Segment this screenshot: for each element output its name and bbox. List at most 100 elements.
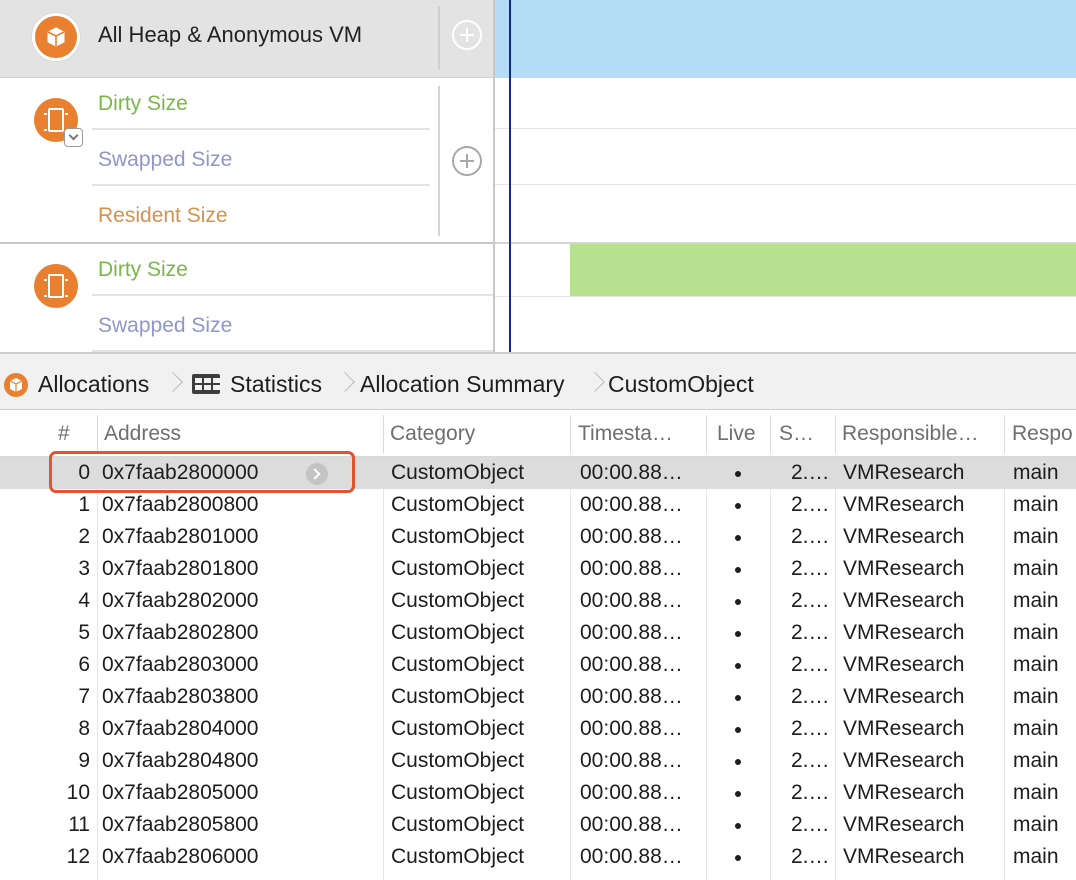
column-header-timestamp[interactable]: Timesta… (578, 422, 702, 446)
group-divider (0, 242, 493, 244)
cell-responsible-caller: main (1013, 525, 1059, 548)
vm-tracker-icon (34, 264, 78, 308)
column-header-size[interactable]: S… (779, 422, 831, 446)
cell-responsible-library: VMResearch (843, 525, 965, 548)
cell-timestamp: 00:00.88… (580, 781, 683, 804)
chevron-down-icon[interactable] (64, 128, 83, 147)
column-separator[interactable] (383, 415, 384, 453)
track-dirty-size[interactable]: Dirty Size (98, 92, 188, 116)
divider (92, 294, 493, 296)
cell-category: CustomObject (391, 845, 525, 868)
live-indicator (735, 631, 741, 637)
cell-timestamp: 00:00.88… (580, 525, 683, 548)
track-all-heap[interactable]: All Heap & Anonymous VM (0, 0, 493, 78)
cell-size: 2.… (791, 493, 830, 516)
cell-timestamp: 00:00.88… (580, 845, 683, 868)
table-row[interactable]: 12 0x7faab2806000 CustomObject 00:00.88… 2.…… (0, 841, 1076, 873)
breadcrumb-allocation-summary[interactable]: Allocation Summary (360, 371, 565, 398)
cell-category: CustomObject (391, 781, 525, 804)
cell-category: CustomObject (391, 653, 525, 676)
column-header-address[interactable]: Address (104, 422, 379, 446)
cell-address: 0x7faab2803000 (102, 653, 259, 676)
cell-timestamp: 00:00.88… (580, 557, 683, 580)
timeline-panel[interactable] (493, 0, 1076, 352)
grid-icon (192, 374, 220, 394)
add-track-button[interactable] (452, 20, 482, 50)
table-row[interactable]: 11 0x7faab2805800 CustomObject 00:00.88… 2.…… (0, 809, 1076, 841)
cell-responsible-caller: main (1013, 781, 1059, 804)
selection-highlight (49, 451, 355, 493)
cell-size: 2.… (791, 749, 830, 772)
column-separator[interactable] (835, 415, 836, 453)
cell-responsible-caller: main (1013, 653, 1059, 676)
table-row[interactable]: 5 0x7faab2802800 CustomObject 00:00.88… 2.… V… (0, 617, 1076, 649)
track-swapped-size[interactable]: Swapped Size (98, 314, 232, 338)
table-row[interactable]: 6 0x7faab2803000 CustomObject 00:00.88… 2.… V… (0, 649, 1076, 681)
cell-timestamp: 00:00.88… (580, 717, 683, 740)
track-swapped-size[interactable]: Swapped Size (98, 148, 232, 172)
cell-responsible-caller: main (1013, 493, 1059, 516)
cell-address: 0x7faab2806000 (102, 845, 259, 868)
column-header-responsible-library[interactable]: Responsible… (842, 422, 1000, 446)
table-row[interactable]: 7 0x7faab2803800 CustomObject 00:00.88… 2.… V… (0, 681, 1076, 713)
cell-size: 2.… (791, 621, 830, 644)
cell-address: 0x7faab2804800 (102, 749, 259, 772)
table-row[interactable]: 4 0x7faab2802000 CustomObject 00:00.88… 2.… V… (0, 585, 1076, 617)
cell-timestamp: 00:00.88… (580, 461, 683, 484)
table-row[interactable]: 1 0x7faab2800800 CustomObject 00:00.88… 2.… V… (0, 489, 1076, 521)
cell-responsible-library: VMResearch (843, 621, 965, 644)
cell-size: 2.… (791, 813, 830, 836)
cell-responsible-caller: main (1013, 749, 1059, 772)
live-indicator (735, 663, 741, 669)
column-separator[interactable] (570, 415, 571, 453)
cell-size: 2.… (791, 781, 830, 804)
table-row[interactable]: 2 0x7faab2801000 CustomObject 00:00.88… 2.… V… (0, 521, 1076, 553)
playhead[interactable] (509, 0, 511, 352)
column-separator[interactable] (1004, 415, 1005, 453)
cell-address: 0x7faab2802800 (102, 621, 259, 644)
cell-index: 1 (78, 493, 90, 516)
cell-responsible-library: VMResearch (843, 557, 965, 580)
cell-responsible-caller: main (1013, 813, 1059, 836)
cell-size: 2.… (791, 461, 830, 484)
live-indicator (735, 535, 741, 541)
cell-responsible-library: VMResearch (843, 461, 965, 484)
cell-timestamp: 00:00.88… (580, 493, 683, 516)
cell-index: 11 (68, 813, 90, 836)
cell-responsible-caller: main (1013, 845, 1059, 868)
track-dirty-size[interactable]: Dirty Size (98, 258, 188, 282)
table-row[interactable]: 3 0x7faab2801800 CustomObject 00:00.88… 2.… V… (0, 553, 1076, 585)
table-row[interactable]: 8 0x7faab2804000 CustomObject 00:00.88… 2.… V… (0, 713, 1076, 745)
timeline-gridline (495, 128, 1076, 129)
column-header-category[interactable]: Category (390, 422, 566, 446)
track-resident-size[interactable]: Resident Size (98, 204, 228, 228)
column-separator[interactable] (770, 415, 771, 453)
live-indicator (735, 503, 741, 509)
column-header-responsible-caller[interactable]: Respo (1012, 422, 1076, 446)
breadcrumb-allocations[interactable]: Allocations (38, 371, 149, 398)
add-track-button[interactable] (452, 146, 482, 176)
timeline-gridline (495, 184, 1076, 185)
column-header-index[interactable]: # (58, 422, 70, 446)
timeline-gridline (495, 296, 1076, 297)
live-indicator (735, 759, 741, 765)
cell-responsible-caller: main (1013, 461, 1059, 484)
table-row[interactable]: 9 0x7faab2804800 CustomObject 00:00.88… 2.… V… (0, 745, 1076, 777)
table-row[interactable]: 10 0x7faab2805000 CustomObject 00:00.88… 2.…… (0, 777, 1076, 809)
cell-index: 6 (78, 653, 90, 676)
cell-responsible-library: VMResearch (843, 845, 965, 868)
cell-size: 2.… (791, 685, 830, 708)
track-title: All Heap & Anonymous VM (98, 22, 363, 47)
breadcrumb-customobject[interactable]: CustomObject (608, 371, 754, 398)
table-body: 0 0x7faab2800000 CustomObject 00:00.88… 2.… V… (0, 457, 1076, 880)
column-separator[interactable] (97, 415, 98, 453)
column-separator[interactable] (706, 415, 707, 453)
breadcrumb-statistics[interactable]: Statistics (230, 371, 322, 398)
track-labels-panel: All Heap & Anonymous VM Dirty Size Swapp… (0, 0, 493, 352)
allocations-icon (32, 13, 80, 61)
breadcrumb: Allocations Statistics Allocation Summar… (0, 352, 1076, 410)
cell-index: 5 (78, 621, 90, 644)
cell-category: CustomObject (391, 461, 525, 484)
column-header-live[interactable]: Live (717, 422, 756, 446)
cell-address: 0x7faab2805000 (102, 781, 259, 804)
